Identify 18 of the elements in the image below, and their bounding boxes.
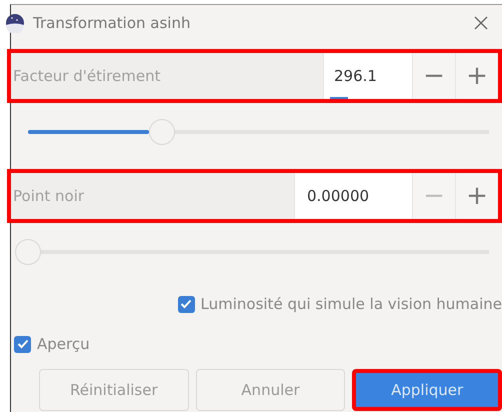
checkbox[interactable]: Aperçu — [14, 335, 90, 353]
decrement-button[interactable]: − — [412, 53, 455, 99]
slider-handle[interactable] — [15, 239, 41, 265]
number-field[interactable]: 0.00000 — [294, 173, 412, 219]
checkbox-icon — [178, 296, 195, 312]
increment-button[interactable]: + — [455, 53, 498, 99]
checkbox-icon — [14, 336, 31, 352]
increment-button[interactable]: + — [455, 173, 498, 219]
parameter-label: Facteur d'étirement — [12, 66, 162, 87]
close-icon — [473, 15, 489, 31]
checkbox-label: Aperçu — [37, 335, 90, 353]
number-field[interactable]: 296.1 — [323, 53, 412, 99]
slider-handle[interactable] — [148, 119, 175, 145]
apply-button[interactable]: Appliquer — [352, 369, 502, 411]
parameter-label: Point noir — [12, 186, 86, 207]
dialog-button[interactable]: Annuler — [196, 369, 346, 411]
dialog-button[interactable]: Réinitialiser — [39, 369, 189, 411]
window-title: Transformation asinh — [33, 14, 192, 32]
